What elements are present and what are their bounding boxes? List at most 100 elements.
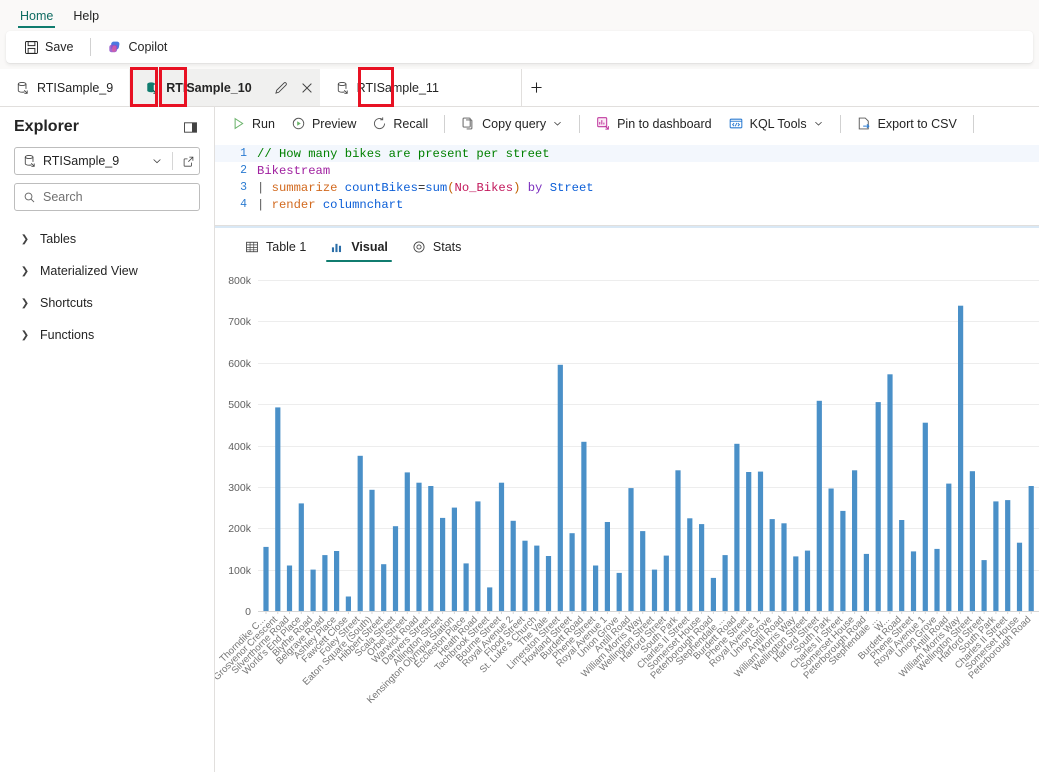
tree-item-tables[interactable]: ❯ Tables xyxy=(14,223,200,255)
chart-bar[interactable] xyxy=(522,540,528,611)
save-icon xyxy=(24,40,39,55)
chart-bar[interactable] xyxy=(651,569,658,611)
close-tab-button[interactable] xyxy=(294,75,320,101)
chart-bar[interactable] xyxy=(640,531,646,611)
chart-bar[interactable] xyxy=(863,553,869,611)
copilot-button[interactable]: Copilot xyxy=(99,35,176,59)
column-chart[interactable]: 0100k200k300k400k500k600k700k800kThorndi… xyxy=(215,266,1039,721)
query-editor[interactable]: 1 // How many bikes are present per stre… xyxy=(215,141,1039,226)
search-input[interactable] xyxy=(43,190,191,204)
ribbon-tab-home[interactable]: Home xyxy=(12,6,61,28)
chart-bar[interactable] xyxy=(545,556,552,611)
chart-bar[interactable] xyxy=(487,587,493,611)
database-selector[interactable]: RTISample_9 xyxy=(14,147,200,175)
chart-bar[interactable] xyxy=(781,523,787,611)
chart-bar[interactable] xyxy=(263,546,269,611)
chart-bar[interactable] xyxy=(958,305,964,611)
chart-bar[interactable] xyxy=(722,555,728,611)
chart-bar[interactable] xyxy=(946,483,952,611)
chart-bar[interactable] xyxy=(593,565,599,612)
chart-bar[interactable] xyxy=(510,520,516,611)
chart-bar[interactable] xyxy=(993,501,999,611)
chart-container[interactable]: 0 100k 200k 300k 400k 500k 600k 700k 800k Thorndi… xyxy=(215,266,1039,772)
chart-bar[interactable] xyxy=(322,555,328,611)
chart-bar[interactable] xyxy=(852,470,858,611)
run-button[interactable]: Run xyxy=(223,111,283,137)
open-external-icon[interactable] xyxy=(182,155,195,168)
chart-bar[interactable] xyxy=(887,374,893,611)
save-button[interactable]: Save xyxy=(16,35,82,59)
chart-bar[interactable] xyxy=(404,472,410,611)
chart-bar[interactable] xyxy=(1005,500,1011,611)
chart-bar[interactable] xyxy=(286,565,293,612)
chart-bar[interactable] xyxy=(922,422,928,611)
chart-bar[interactable] xyxy=(628,488,634,611)
chart-bar[interactable] xyxy=(793,556,799,611)
chart-bar[interactable] xyxy=(557,364,563,611)
vertical-scrollbar[interactable] xyxy=(1031,107,1039,772)
tree-item-functions[interactable]: ❯ Functions xyxy=(14,319,200,351)
chart-bar[interactable] xyxy=(699,524,705,611)
rename-tab-button[interactable] xyxy=(268,75,294,101)
db-tab-rtisample-10[interactable]: RTISample_10 xyxy=(129,69,268,106)
chart-bar[interactable] xyxy=(298,503,304,611)
ribbon-tab-help[interactable]: Help xyxy=(65,6,107,28)
chart-bar[interactable] xyxy=(475,501,481,611)
chart-bar[interactable] xyxy=(934,548,940,611)
pin-to-dashboard-button[interactable]: Pin to dashboard xyxy=(588,111,720,137)
db-tab-rtisample-9[interactable]: RTISample_9 xyxy=(0,69,129,106)
chart-bar[interactable] xyxy=(440,517,446,611)
tab-stats[interactable]: Stats xyxy=(402,228,472,266)
copy-query-button[interactable]: Copy query xyxy=(453,111,571,137)
tree-item-shortcuts[interactable]: ❯ Shortcuts xyxy=(14,287,200,319)
chart-bar[interactable] xyxy=(816,400,822,611)
chart-bar[interactable] xyxy=(616,572,622,611)
export-to-csv-button[interactable]: Export to CSV xyxy=(849,111,965,137)
preview-button[interactable]: Preview xyxy=(283,111,364,137)
chart-bar[interactable] xyxy=(734,443,740,611)
kql-tools-button[interactable]: KQL Tools xyxy=(720,111,832,137)
chart-bar[interactable] xyxy=(463,563,469,611)
db-tab-rtisample-11[interactable]: RTISample_11 xyxy=(320,69,455,106)
chart-bar[interactable] xyxy=(534,545,540,611)
recall-button[interactable]: Recall xyxy=(364,111,436,137)
collapse-panel-button[interactable] xyxy=(180,117,200,137)
search-box[interactable] xyxy=(14,183,200,211)
chart-bar[interactable] xyxy=(334,551,340,611)
chart-bar[interactable] xyxy=(498,482,505,611)
chart-bar[interactable] xyxy=(746,472,752,611)
chart-bar[interactable] xyxy=(369,489,375,611)
chart-bar[interactable] xyxy=(710,577,716,611)
chart-bar[interactable] xyxy=(687,518,693,611)
chart-bar[interactable] xyxy=(357,455,363,611)
tab-table-1[interactable]: Table 1 xyxy=(235,228,316,266)
chart-bar[interactable] xyxy=(840,510,846,611)
chart-bar[interactable] xyxy=(899,520,905,611)
tree-item-materialized-view[interactable]: ❯ Materialized View xyxy=(14,255,200,287)
chart-bar[interactable] xyxy=(969,471,975,611)
chart-bar[interactable] xyxy=(663,555,669,611)
chart-bar[interactable] xyxy=(275,407,281,611)
chart-bar[interactable] xyxy=(804,550,811,611)
chart-bar[interactable] xyxy=(828,488,834,612)
chart-bar[interactable] xyxy=(604,522,610,611)
add-tab-button[interactable] xyxy=(520,69,551,106)
chart-bar[interactable] xyxy=(875,402,881,611)
chart-bar[interactable] xyxy=(451,507,457,611)
chart-bar[interactable] xyxy=(910,551,917,611)
chart-bar[interactable] xyxy=(345,596,351,612)
chart-bar[interactable] xyxy=(675,470,681,611)
chart-bar[interactable] xyxy=(416,482,422,611)
chart-bar[interactable] xyxy=(428,486,434,611)
chart-bar[interactable] xyxy=(310,569,316,611)
tab-visual[interactable]: Visual xyxy=(320,228,398,266)
chart-bar[interactable] xyxy=(581,441,587,611)
copilot-icon xyxy=(107,39,123,55)
chart-bar[interactable] xyxy=(569,533,575,611)
chart-bar[interactable] xyxy=(392,526,399,611)
chart-bar[interactable] xyxy=(981,560,987,611)
chart-bar[interactable] xyxy=(1016,542,1023,611)
chart-bar[interactable] xyxy=(769,519,775,611)
chart-bar[interactable] xyxy=(757,471,764,611)
chart-bar[interactable] xyxy=(381,564,387,611)
